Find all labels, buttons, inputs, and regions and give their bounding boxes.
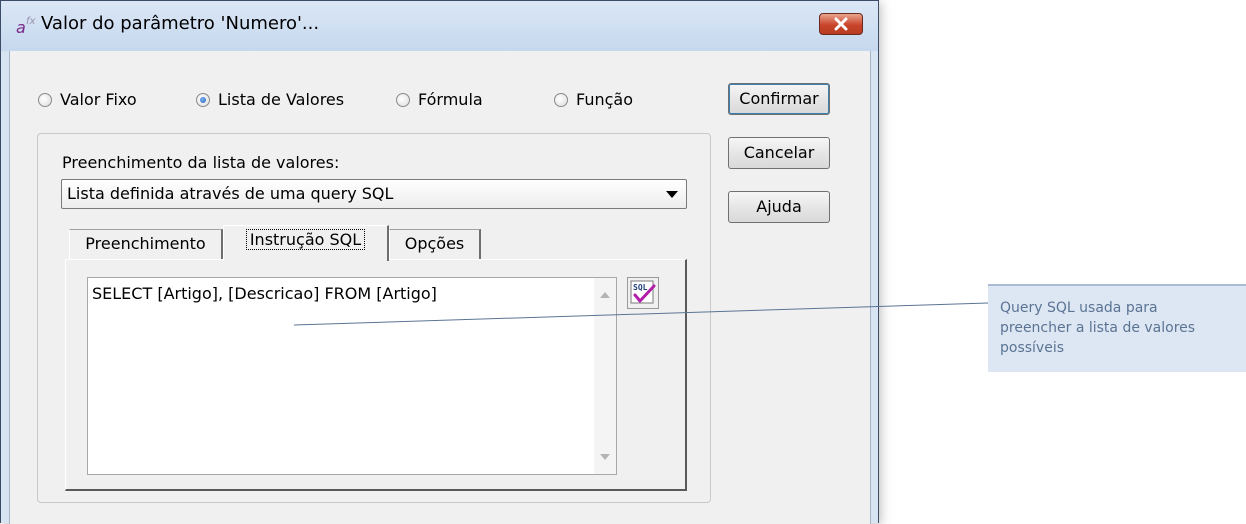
tab-instrucao-sql[interactable]: Instrução SQL [223, 225, 389, 261]
annotation-callout: Query SQL usada para preencher a lista d… [988, 284, 1246, 372]
callout-text: Query SQL usada para preencher a lista d… [1000, 300, 1196, 356]
tab-label: Instrução SQL [245, 229, 366, 250]
callout-connector-line [293, 302, 989, 326]
